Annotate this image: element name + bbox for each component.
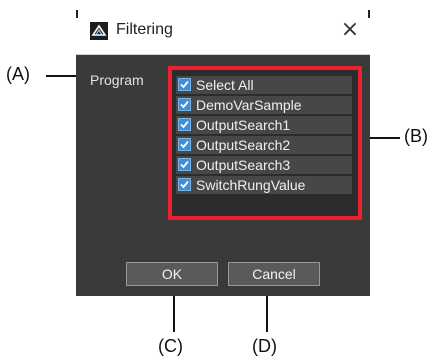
window-corner-mark	[368, 10, 370, 18]
callout-d: (D)	[252, 336, 277, 356]
highlight-frame	[168, 66, 362, 220]
callout-b: (B)	[404, 126, 428, 146]
filtering-dialog: Filtering × Program Select All DemoVarSa…	[76, 10, 370, 296]
cancel-button[interactable]: Cancel	[228, 262, 320, 286]
callout-c: (C)	[158, 336, 183, 356]
dialog-titlebar[interactable]: Filtering ×	[76, 10, 370, 55]
ok-button[interactable]: OK	[126, 262, 218, 286]
app-logo-icon	[90, 22, 108, 40]
dialog-title: Filtering	[116, 21, 173, 38]
program-label: Program	[90, 72, 144, 88]
callout-a: (A)	[6, 64, 30, 84]
window-corner-mark	[76, 10, 78, 18]
close-icon[interactable]: ×	[338, 18, 362, 42]
